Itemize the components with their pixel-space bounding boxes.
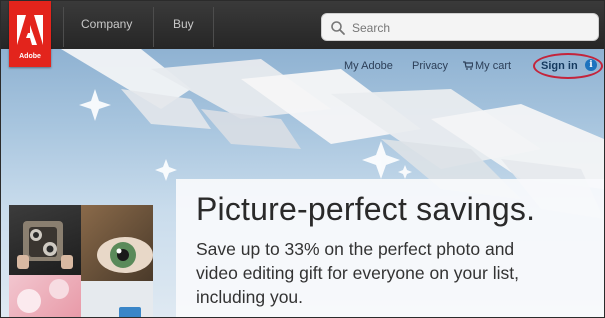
nav-divider: [63, 7, 64, 47]
photo-tile-device[interactable]: [81, 281, 153, 317]
info-icon[interactable]: i: [585, 59, 597, 71]
top-navigation: Company Buy Search: [1, 1, 604, 49]
nav-item-company[interactable]: Company: [81, 17, 132, 31]
nav-item-buy[interactable]: Buy: [173, 17, 194, 31]
promo-body-line: including you.: [196, 287, 304, 307]
adobe-logo-text: Adobe: [19, 53, 41, 60]
search-input[interactable]: Search: [321, 13, 599, 41]
photo-tile-flower[interactable]: [9, 275, 81, 317]
flower-photo: [17, 279, 69, 313]
eye-photo: [97, 237, 153, 273]
promo-headline: Picture-perfect savings.: [196, 191, 536, 227]
nav-divider: [153, 7, 154, 47]
photo-tile-eye[interactable]: [81, 205, 153, 281]
search-icon: [331, 21, 345, 35]
browser-viewport: Company Buy Search Adobe My Adobe Privac…: [0, 0, 605, 318]
my-adobe-link[interactable]: My Adobe: [344, 60, 393, 72]
nav-divider: [213, 7, 214, 47]
promo-body-line: video editing gift for everyone on your …: [196, 263, 519, 283]
my-cart-link[interactable]: My cart: [475, 60, 511, 72]
adobe-logo[interactable]: Adobe: [9, 1, 51, 67]
photo-tile-camera[interactable]: [9, 205, 81, 275]
cart-icon[interactable]: [463, 61, 473, 70]
sign-in-link[interactable]: Sign in: [541, 60, 578, 72]
search-placeholder: Search: [352, 21, 391, 35]
privacy-link[interactable]: Privacy: [412, 60, 448, 72]
promo-body-line: Save up to 33% on the perfect photo and: [196, 239, 515, 259]
camera-photo: [17, 221, 73, 269]
device-photo: [119, 307, 141, 317]
adobe-logo-icon: [17, 15, 43, 45]
